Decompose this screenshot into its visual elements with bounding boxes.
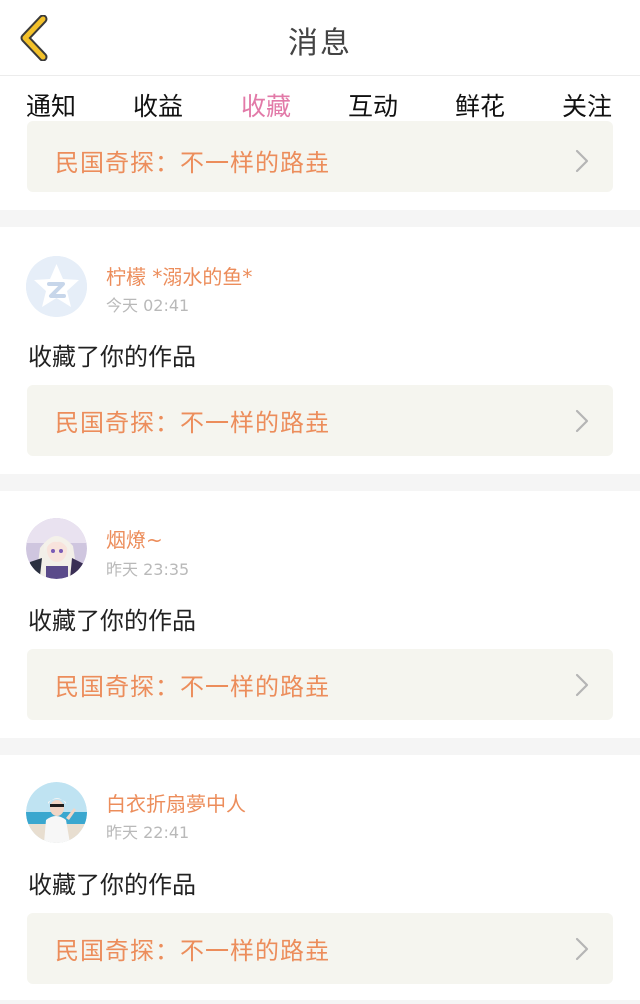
section-divider	[0, 474, 640, 491]
chevron-right-icon	[575, 673, 589, 697]
page-title: 消息	[288, 26, 352, 61]
work-card[interactable]: 民国奇探：不一样的路垚	[27, 913, 613, 984]
section-divider	[0, 738, 640, 755]
username[interactable]: 柠檬 *溺水的鱼*	[106, 261, 252, 290]
chevron-right-icon	[575, 149, 589, 173]
tab-flowers[interactable]: 鲜花	[455, 87, 505, 123]
work-card[interactable]: 民国奇探：不一样的路垚	[27, 385, 613, 456]
tab-following[interactable]: 关注	[562, 87, 612, 123]
chevron-right-icon	[575, 409, 589, 433]
work-title: 民国奇探：不一样的路垚	[55, 673, 330, 701]
tab-interactions[interactable]: 互动	[348, 87, 398, 123]
chevron-right-icon	[575, 937, 589, 961]
work-title: 民国奇探：不一样的路垚	[55, 149, 330, 177]
anime-girl-avatar-icon	[26, 518, 87, 579]
work-title: 民国奇探：不一样的路垚	[55, 937, 330, 965]
action-text: 收藏了你的作品	[28, 343, 196, 371]
action-text: 收藏了你的作品	[28, 607, 196, 635]
beach-photo-avatar-icon	[26, 782, 87, 843]
default-star-avatar-icon	[26, 256, 87, 317]
tab-favorites[interactable]: 收藏	[241, 87, 291, 123]
timestamp: 今天 02:41	[106, 296, 190, 315]
header-bar: 消息	[0, 0, 640, 76]
section-divider	[0, 210, 640, 227]
action-text: 收藏了你的作品	[28, 871, 196, 899]
tab-earnings[interactable]: 收益	[133, 87, 183, 123]
timestamp: 昨天 22:41	[106, 823, 190, 842]
username[interactable]: 烟燎~	[106, 524, 163, 553]
avatar[interactable]	[26, 518, 87, 579]
section-divider	[0, 1000, 640, 1004]
username[interactable]: 白衣折扇夢中人	[106, 788, 246, 817]
tab-notifications[interactable]: 通知	[26, 87, 76, 123]
timestamp: 昨天 23:35	[106, 560, 190, 579]
work-card[interactable]: 民国奇探：不一样的路垚	[27, 121, 613, 192]
avatar[interactable]	[26, 256, 87, 317]
work-card[interactable]: 民国奇探：不一样的路垚	[27, 649, 613, 720]
avatar[interactable]	[26, 782, 87, 843]
work-title: 民国奇探：不一样的路垚	[55, 409, 330, 437]
